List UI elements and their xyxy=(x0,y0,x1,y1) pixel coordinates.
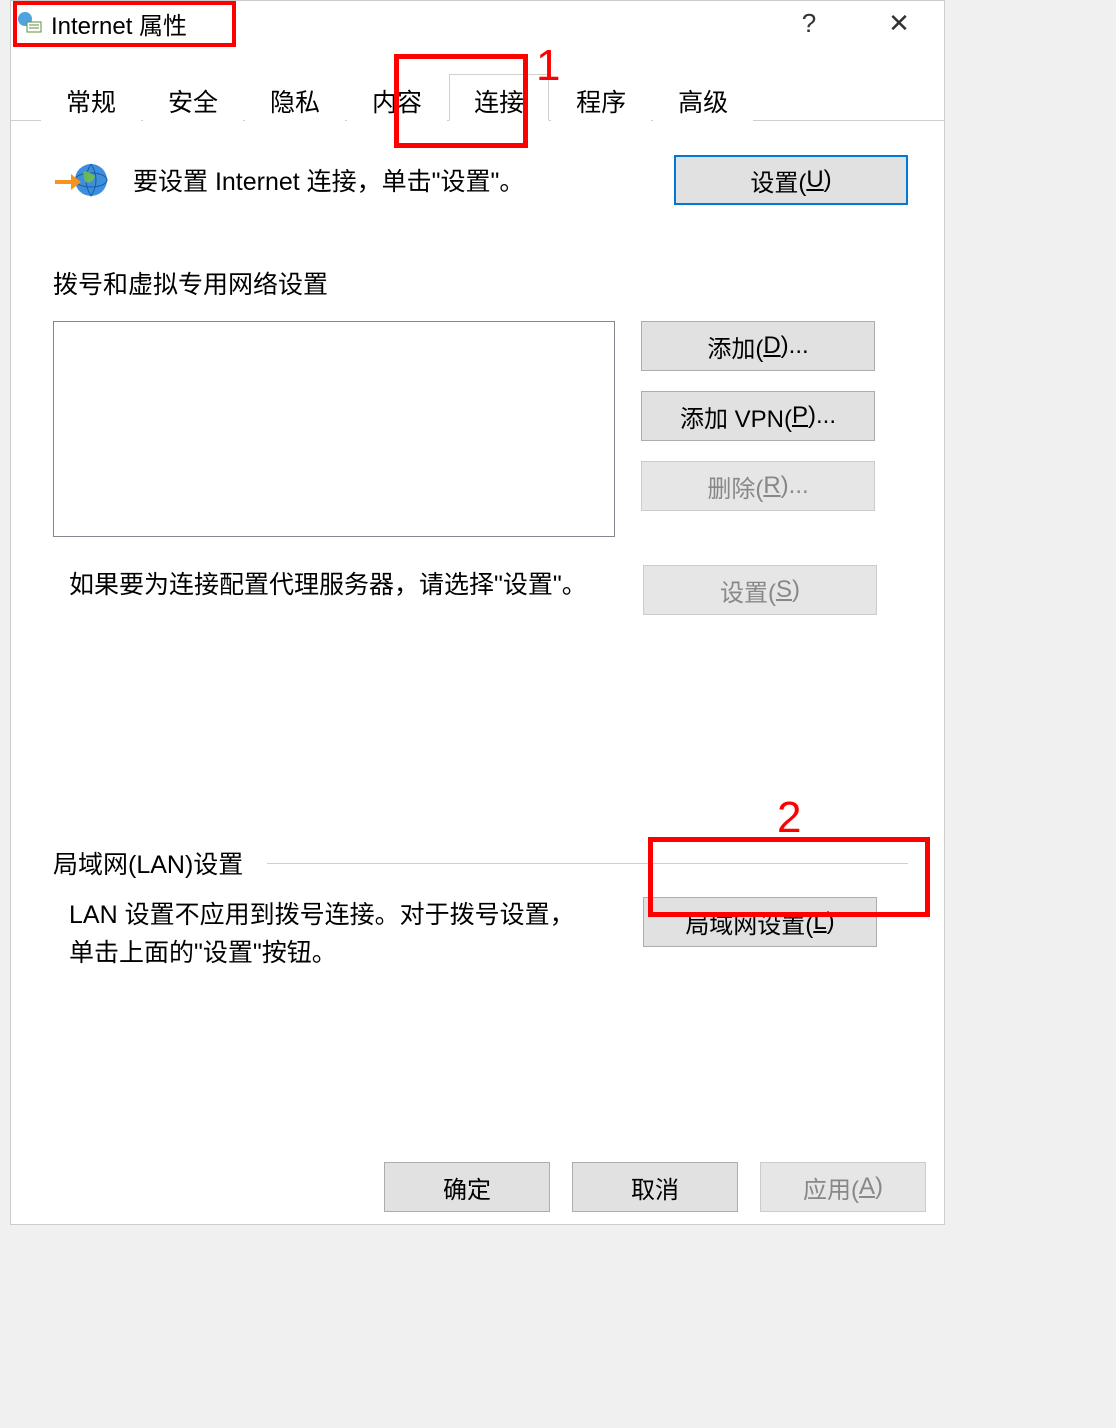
ok-button[interactable]: 确定 xyxy=(384,1162,550,1212)
setup-text: 要设置 Internet 连接，单击"设置"。 xyxy=(133,162,674,198)
lan-section-label: 局域网(LAN)设置 xyxy=(53,845,243,881)
cancel-button[interactable]: 取消 xyxy=(572,1162,738,1212)
titlebar: Internet 属性 ? ✕ xyxy=(11,1,944,45)
setup-row: 要设置 Internet 连接，单击"设置"。 设置(U) xyxy=(53,155,908,205)
internet-options-icon xyxy=(17,10,43,36)
tabs: 常规 安全 隐私 内容 连接 程序 高级 xyxy=(11,73,944,121)
add-button[interactable]: 添加(D)... xyxy=(641,321,875,371)
apply-button: 应用(A) xyxy=(760,1162,926,1212)
add-vpn-button[interactable]: 添加 VPN(P)... xyxy=(641,391,875,441)
tab-advanced[interactable]: 高级 xyxy=(653,74,753,121)
window-title: Internet 属性 xyxy=(51,6,187,41)
tab-content[interactable]: 内容 xyxy=(347,74,447,121)
proxy-row: 如果要为连接配置代理服务器，请选择"设置"。 设置(S) xyxy=(53,565,908,615)
remove-button: 删除(R)... xyxy=(641,461,875,511)
dialup-area: 添加(D)... 添加 VPN(P)... 删除(R)... xyxy=(53,321,908,537)
lan-text: LAN 设置不应用到拨号连接。对于拨号设置，单击上面的"设置"按钮。 xyxy=(53,897,583,972)
close-button[interactable]: ✕ xyxy=(854,1,944,45)
connections-pane: 要设置 Internet 连接，单击"设置"。 设置(U) 拨号和虚拟专用网络设… xyxy=(11,121,944,992)
lan-section: 局域网(LAN)设置 LAN 设置不应用到拨号连接。对于拨号设置，单击上面的"设… xyxy=(53,845,908,972)
proxy-text: 如果要为连接配置代理服务器，请选择"设置"。 xyxy=(53,565,601,615)
divider xyxy=(267,863,908,864)
connections-listbox[interactable] xyxy=(53,321,615,537)
help-button[interactable]: ? xyxy=(764,1,854,45)
setup-button[interactable]: 设置(U) xyxy=(674,155,908,205)
tab-general[interactable]: 常规 xyxy=(41,74,141,121)
connection-settings-button: 设置(S) xyxy=(643,565,877,615)
dialog-footer: 确定 取消 应用(A) xyxy=(384,1162,926,1212)
tab-connections[interactable]: 连接 xyxy=(449,74,549,121)
tab-privacy[interactable]: 隐私 xyxy=(245,74,345,121)
lan-settings-button[interactable]: 局域网设置(L) xyxy=(643,897,877,947)
tab-security[interactable]: 安全 xyxy=(143,74,243,121)
internet-properties-dialog: Internet 属性 ? ✕ 常规 安全 隐私 内容 连接 程序 高级 要设置… xyxy=(10,0,945,1225)
globe-arrow-icon xyxy=(53,158,109,202)
tab-programs[interactable]: 程序 xyxy=(551,74,651,121)
dialup-section-label: 拨号和虚拟专用网络设置 xyxy=(53,265,908,301)
